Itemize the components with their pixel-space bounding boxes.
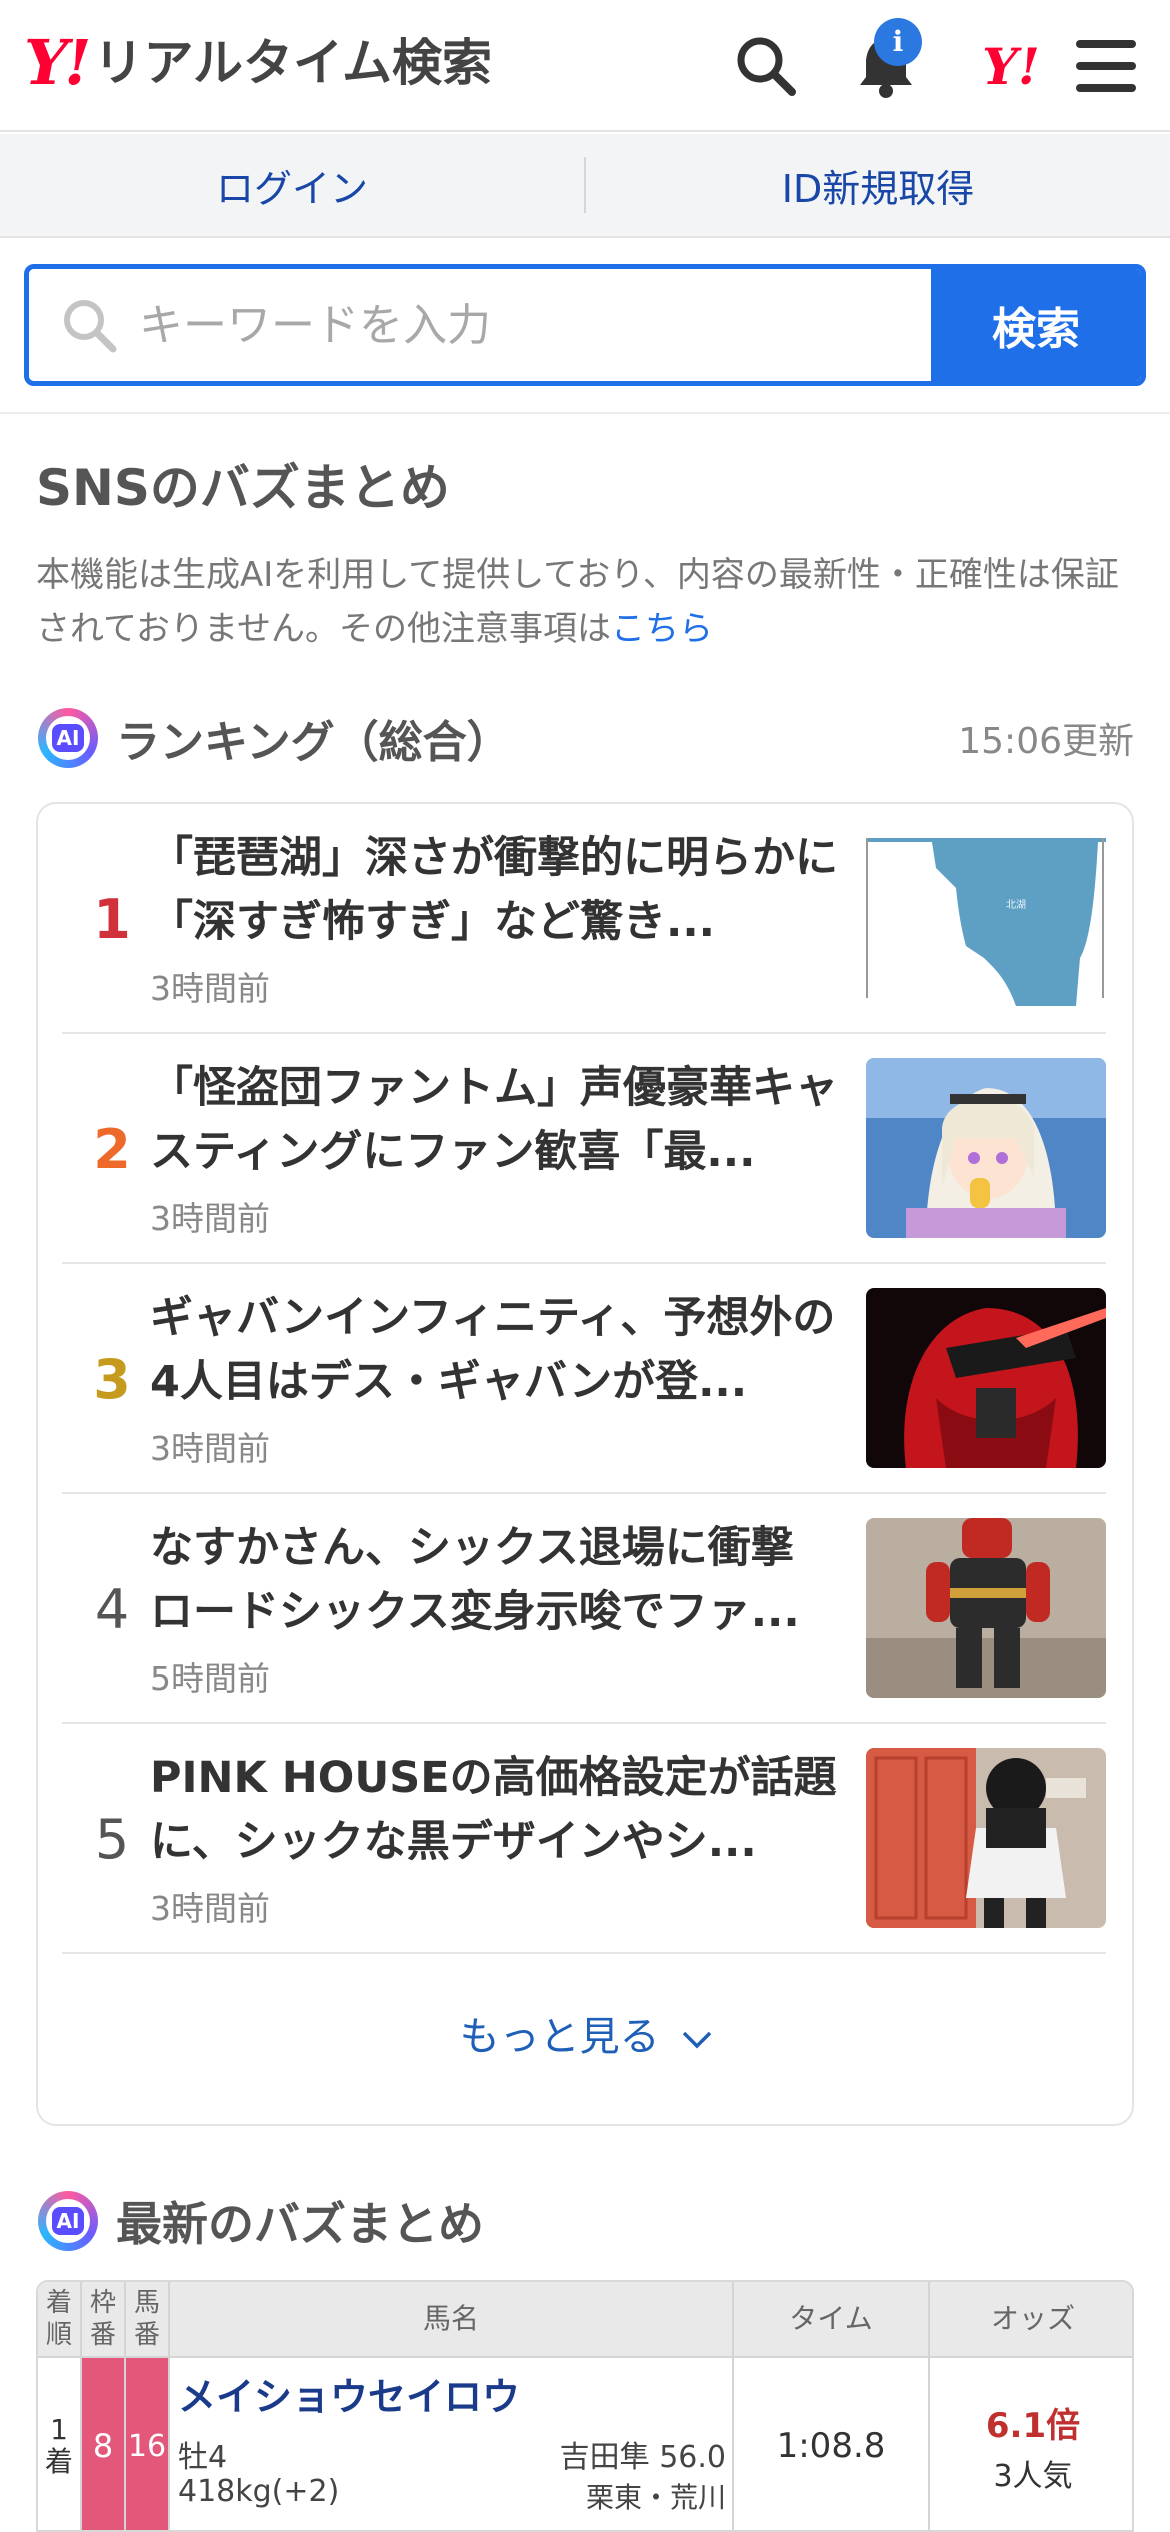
thumbnail-image (866, 1748, 1106, 1928)
rank-number: 2 (93, 1117, 131, 1181)
time-cell: 1:08.8 (734, 2358, 930, 2530)
search-input[interactable] (139, 299, 839, 351)
ranking-item-time: 3時間前 (150, 1199, 270, 1238)
ranking-item-title: 「琵琶湖」深さが衝撃的に明らかに 「深すぎ怖すぎ」など驚き... (150, 833, 838, 947)
rank-number: 4 (94, 1577, 130, 1641)
search-button[interactable]: 検索 (931, 269, 1141, 381)
latest-buzz-header: AI 最新のバズまとめ (38, 2188, 484, 2254)
menu-icon[interactable] (1068, 28, 1144, 104)
notice-link[interactable]: こちら (611, 609, 713, 649)
horse-name-cell: メイショウセイロウ 牡4 吉田隼 56.0 418kg(+2) 栗東・荒川 (170, 2358, 734, 2530)
ranking-item[interactable]: 1 「琵琶湖」深さが衝撃的に明らかに 「深すぎ怖すぎ」など驚き... 3時間前 … (62, 804, 1106, 1034)
popularity: 3人気 (993, 2458, 1073, 2494)
show-more-button[interactable]: もっと見る (38, 2004, 1136, 2062)
body-weight: 418kg(+2) (178, 2474, 340, 2509)
yahoo-realtime-logo[interactable]: Y! リアルタイム検索 (24, 28, 492, 98)
rank-number: 5 (94, 1807, 130, 1871)
ranking-item-time: 3時間前 (150, 1889, 270, 1928)
search-icon[interactable] (728, 28, 804, 104)
logo-mark: Y! (24, 26, 92, 99)
ranking-item-title: なすかさん、シックス退場に衝撃 ロードシックス変身示唆でファ... (150, 1523, 800, 1637)
yahoo-home-icon[interactable]: Y! (966, 28, 1056, 104)
rank-number: 1 (93, 887, 131, 951)
odds-cell: 6.1倍 3人気 (930, 2358, 1132, 2530)
horse-number-cell: 16 (126, 2358, 170, 2530)
ranking-item-time: 5時間前 (150, 1659, 270, 1698)
horse-name-link[interactable]: メイショウセイロウ (178, 2366, 520, 2421)
chevron-down-icon (683, 2031, 712, 2049)
thumbnail-image: 北湖 (866, 828, 1106, 1008)
header-frame: 枠番 (82, 2282, 126, 2358)
race-result-table: 着順 枠番 馬番 馬名 タイム オッズ 1着 8 16 メイショウセイロウ 牡4… (36, 2280, 1134, 2532)
odds-value: 6.1倍 (985, 2405, 1081, 2446)
place-cell: 1着 (38, 2358, 82, 2530)
search-field-icon (64, 300, 117, 353)
app-header: Y! リアルタイム検索 i Y! (0, 0, 1170, 132)
notification-bell-icon[interactable]: i (848, 18, 924, 104)
update-time: 15:06更新 (958, 721, 1134, 762)
frame-cell: 8 (82, 2358, 126, 2530)
header-place: 着順 (38, 2282, 82, 2358)
jockey-weight: 吉田隼 56.0 (559, 2440, 726, 2475)
logo-text: リアルタイム検索 (93, 34, 492, 92)
svg-text:北湖: 北湖 (1006, 899, 1026, 911)
account-bar: ログイン ID新規取得 (0, 134, 1170, 238)
ranking-item[interactable]: 4 なすかさん、シックス退場に衝撃 ロードシックス変身示唆でファ... 5時間前 (62, 1494, 1106, 1724)
ranking-item-title: 「怪盗団ファントム」声優豪華キャスティングにファン歓喜「最... (150, 1063, 838, 1177)
header-time: タイム (734, 2282, 930, 2358)
search-bar: 検索 (24, 264, 1146, 386)
login-link[interactable]: ログイン (0, 158, 584, 213)
ranking-title: ランキング（総合） (116, 717, 511, 768)
register-link[interactable]: ID新規取得 (586, 158, 1170, 213)
ranking-card: 1 「琵琶湖」深さが衝撃的に明らかに 「深すぎ怖すぎ」など驚き... 3時間前 … (36, 802, 1134, 2126)
header-horse-number: 馬番 (126, 2282, 170, 2358)
notice-text: 本機能は生成AIを利用して提供しており、内容の最新性・正確性は保証されておりませ… (36, 555, 1119, 649)
thumbnail-image (866, 1288, 1106, 1468)
ai-icon: AI (38, 2191, 98, 2251)
thumbnail-image (866, 1058, 1106, 1238)
page-title: SNSのバズまとめ (36, 459, 450, 517)
stable: 栗東・荒川 (585, 2481, 726, 2514)
search-field[interactable] (29, 269, 931, 381)
notification-badge: i (874, 18, 922, 66)
ranking-item[interactable]: 3 ギャバンインフィニティ、予想外の4人目はデス・ギャバンが登... 3時間前 (62, 1264, 1106, 1494)
ranking-item[interactable]: 5 PINK HOUSEの高価格設定が話題に、シックな黒デザインやシ... 3時… (62, 1724, 1106, 1954)
header-horse-name: 馬名 (170, 2282, 734, 2358)
ranking-item-title: ギャバンインフィニティ、予想外の4人目はデス・ギャバンが登... (150, 1293, 836, 1407)
divider (0, 412, 1170, 414)
ranking-item-time: 3時間前 (150, 969, 270, 1008)
latest-buzz-title: 最新のバズまとめ (116, 2197, 484, 2251)
sex-age: 牡4 (178, 2440, 228, 2475)
header-odds: オッズ (930, 2282, 1132, 2358)
ranking-item-time: 3時間前 (150, 1429, 270, 1468)
ai-notice: 本機能は生成AIを利用して提供しており、内容の最新性・正確性は保証されておりませ… (36, 548, 1136, 656)
ai-icon: AI (38, 708, 98, 768)
thumbnail-image (866, 1518, 1106, 1698)
ranking-item[interactable]: 2 「怪盗団ファントム」声優豪華キャスティングにファン歓喜「最... 3時間前 (62, 1034, 1106, 1264)
ranking-header: AI ランキング（総合） 15:06更新 (38, 708, 1134, 768)
rank-number: 3 (93, 1347, 131, 1411)
ranking-item-title: PINK HOUSEの高価格設定が話題に、シックな黒デザインやシ... (150, 1753, 837, 1867)
